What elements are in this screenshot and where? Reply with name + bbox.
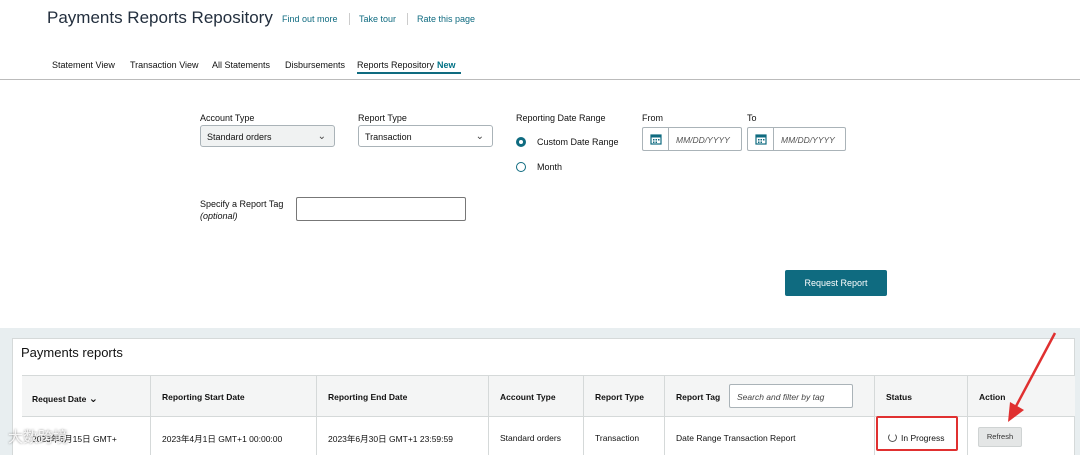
column-divider bbox=[488, 375, 489, 455]
link-divider bbox=[407, 13, 408, 25]
cell-start-date: 2023年4月1日 GMT+1 00:00:00 bbox=[162, 434, 283, 444]
report-tag-label: Specify a Report Tag bbox=[200, 199, 284, 209]
watermark-logo: 大数跨境 bbox=[8, 426, 68, 447]
tabs-divider bbox=[0, 79, 1080, 80]
to-date-input[interactable]: MM/DD/YYYY bbox=[747, 127, 846, 151]
red-arrow-annotation bbox=[1008, 332, 1057, 422]
calendar-icon[interactable] bbox=[643, 128, 669, 150]
spinner-icon bbox=[888, 433, 897, 442]
col-status: Status bbox=[886, 392, 912, 402]
column-divider bbox=[967, 375, 968, 455]
column-divider bbox=[583, 375, 584, 455]
status-in-progress: In Progress bbox=[901, 433, 945, 443]
watermark-text: 大数跨境 bbox=[8, 429, 69, 446]
month-radio[interactable] bbox=[516, 162, 526, 172]
month-label[interactable]: Month bbox=[537, 162, 562, 172]
find-out-more-link[interactable]: Find out more bbox=[282, 14, 338, 24]
col-reporting-start-date: Reporting Start Date bbox=[162, 392, 245, 402]
link-divider bbox=[349, 13, 350, 25]
report-type-label: Report Type bbox=[358, 113, 407, 123]
from-label: From bbox=[642, 113, 663, 123]
chevron-down-icon: ⌄ bbox=[475, 131, 484, 142]
rate-this-page-link[interactable]: Rate this page bbox=[417, 14, 475, 24]
request-report-button[interactable]: Request Report bbox=[785, 270, 887, 296]
sort-chevron-icon[interactable]: ⌄ bbox=[89, 393, 98, 405]
calendar-icon[interactable] bbox=[748, 128, 774, 150]
col-label: Request Date bbox=[32, 394, 87, 404]
refresh-button[interactable]: Refresh bbox=[978, 427, 1022, 447]
account-type-select[interactable]: Standard orders ⌄ bbox=[200, 125, 335, 147]
col-report-tag: Report Tag bbox=[676, 392, 721, 402]
from-date-input[interactable]: MM/DD/YYYY bbox=[642, 127, 742, 151]
col-report-type: Report Type bbox=[595, 392, 644, 402]
to-date-placeholder: MM/DD/YYYY bbox=[781, 135, 835, 145]
date-range-label: Reporting Date Range bbox=[516, 113, 606, 123]
col-account-type: Account Type bbox=[500, 392, 556, 402]
custom-date-range-radio[interactable] bbox=[516, 137, 526, 147]
reports-title: Payments reports bbox=[21, 345, 123, 360]
tag-filter-input[interactable]: Search and filter by tag bbox=[729, 384, 853, 408]
report-tag-optional: (optional) bbox=[200, 211, 238, 221]
report-type-select[interactable]: Transaction ⌄ bbox=[358, 125, 493, 147]
chevron-down-icon: ⌄ bbox=[317, 131, 326, 142]
report-type-value: Transaction bbox=[365, 132, 412, 142]
account-type-label: Account Type bbox=[200, 113, 255, 123]
col-reporting-end-date: Reporting End Date bbox=[328, 392, 408, 402]
page-title: Payments Reports Repository bbox=[47, 8, 273, 27]
column-divider bbox=[316, 375, 317, 455]
tab-transaction-view[interactable]: Transaction View bbox=[130, 60, 199, 70]
active-tab-indicator bbox=[357, 72, 461, 74]
col-request-date[interactable]: Request Date ⌄ bbox=[32, 392, 98, 405]
tab-statement-view[interactable]: Statement View bbox=[52, 60, 115, 70]
tab-reports-repository[interactable]: Reports Repository New bbox=[357, 60, 456, 70]
column-divider bbox=[150, 375, 151, 455]
cell-report-type: Transaction bbox=[595, 433, 640, 443]
column-divider bbox=[664, 375, 665, 455]
cell-report-tag: Date Range Transaction Report bbox=[676, 433, 796, 443]
report-tag-input[interactable] bbox=[296, 197, 466, 221]
new-badge: New bbox=[437, 60, 456, 70]
from-date-placeholder: MM/DD/YYYY bbox=[676, 135, 730, 145]
column-divider bbox=[874, 375, 875, 455]
tab-all-statements[interactable]: All Statements bbox=[212, 60, 270, 70]
tab-disbursements[interactable]: Disbursements bbox=[285, 60, 345, 70]
cell-end-date: 2023年6月30日 GMT+1 23:59:59 bbox=[328, 434, 453, 444]
tab-label: Reports Repository bbox=[357, 60, 435, 70]
custom-date-range-label[interactable]: Custom Date Range bbox=[537, 137, 619, 147]
account-type-value: Standard orders bbox=[207, 132, 272, 142]
cell-account-type: Standard orders bbox=[500, 433, 561, 443]
take-tour-link[interactable]: Take tour bbox=[359, 14, 396, 24]
to-label: To bbox=[747, 113, 757, 123]
